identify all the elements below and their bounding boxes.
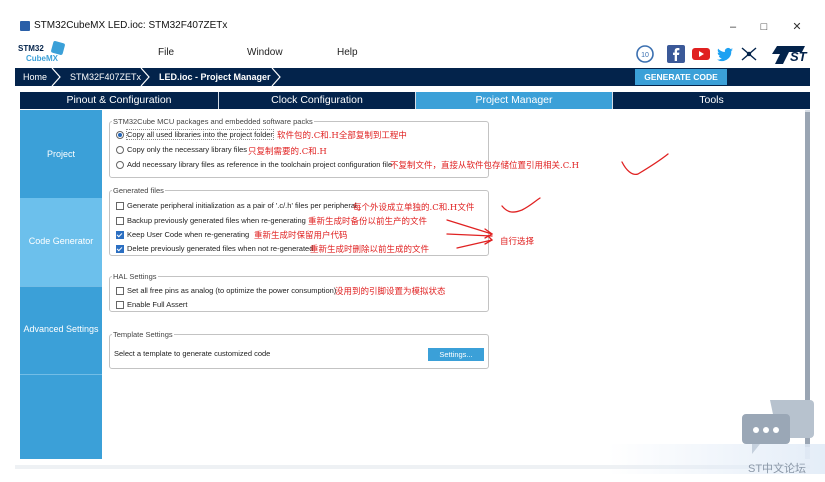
- checkbox[interactable]: [116, 245, 124, 254]
- option-free-pins-analog[interactable]: Set all free pins as analog (to optimize…: [116, 286, 337, 296]
- menu-file[interactable]: File: [158, 47, 174, 58]
- logo-line2: CubeMX: [26, 54, 58, 63]
- option-label: Keep User Code when re-generating: [127, 230, 250, 239]
- option-label: Copy only the necessary library files: [127, 145, 248, 154]
- watermark-text: ST中文论坛: [748, 463, 807, 475]
- sidebar-item-project[interactable]: Project: [20, 110, 102, 199]
- sidebar-item-code-generator[interactable]: Code Generator: [20, 198, 102, 287]
- option-delete-old-files[interactable]: Delete previously generated files when n…: [116, 244, 314, 254]
- tab-tools[interactable]: Tools: [613, 92, 810, 109]
- annotation-backup: 重新生成时备份以前生产的文件: [308, 217, 428, 227]
- breadcrumb-home[interactable]: Home: [23, 68, 47, 86]
- option-label: Backup previously generated files when r…: [127, 216, 306, 225]
- option-label: Enable Full Assert: [127, 300, 188, 309]
- sidebar-item-label: Code Generator: [28, 236, 94, 246]
- annotation-peripheral-pair: 每个外设成立单独的.C和.H文件: [353, 203, 475, 213]
- menu-help[interactable]: Help: [337, 47, 358, 58]
- title-bar: STM32CubeMX LED.ioc: STM32F407ZETx – □ ✕: [0, 15, 825, 39]
- menu-bar: STM32 CubeMX File Window Help 10 ST: [15, 40, 825, 68]
- generate-code-button[interactable]: GENERATE CODE: [635, 69, 727, 85]
- check-mark-peripheral: [501, 197, 541, 213]
- sidebar: Project Code Generator Advanced Settings: [20, 110, 102, 459]
- st-logo-icon[interactable]: ST: [769, 43, 809, 65]
- option-label: Set all free pins as analog (to optimize…: [127, 286, 337, 295]
- group-title: STM32Cube MCU packages and embedded soft…: [113, 117, 313, 126]
- template-settings-group: Template Settings Select a template to g…: [109, 330, 489, 369]
- annotation-copy-all: 软件包的.C和.H全部复制到工程中: [277, 131, 407, 141]
- minimize-button[interactable]: –: [723, 18, 743, 36]
- chevron-right-icon: [51, 68, 61, 86]
- facebook-icon[interactable]: [666, 44, 686, 64]
- check-mark-reference: [621, 153, 669, 176]
- scrollbar-thumb[interactable]: [805, 112, 810, 447]
- close-button[interactable]: ✕: [787, 18, 807, 36]
- option-copy-all-libraries[interactable]: Copy all used libraries into the project…: [116, 129, 274, 140]
- annotation-analog-pins: 没用到的引脚设置为模拟状态: [335, 287, 446, 297]
- sidebar-item-label: Project: [46, 149, 75, 159]
- annotation-copy-necessary: 只复制需要的.C和.H: [248, 147, 327, 157]
- radio-button[interactable]: [116, 131, 124, 140]
- svg-text:10: 10: [641, 52, 649, 59]
- annotation-reference: 不复制文件，直接从软件包存储位置引用相关.C.H: [390, 161, 580, 171]
- checkbox[interactable]: [116, 217, 124, 226]
- sidebar-item-advanced-settings[interactable]: Advanced Settings: [20, 286, 102, 375]
- template-description: Select a template to generate customized…: [114, 349, 271, 358]
- twitter-icon[interactable]: [715, 44, 735, 64]
- option-keep-user-code[interactable]: Keep User Code when re-generating: [116, 230, 250, 240]
- template-settings-button[interactable]: Settings...: [428, 348, 484, 361]
- tab-clock[interactable]: Clock Configuration: [219, 92, 416, 109]
- radio-button[interactable]: [116, 146, 124, 155]
- checkbox[interactable]: [116, 202, 124, 211]
- option-backup-files[interactable]: Backup previously generated files when r…: [116, 216, 306, 226]
- menu-window[interactable]: Window: [247, 47, 283, 58]
- logo-line1: STM32: [18, 44, 44, 53]
- option-label: Add necessary library files as reference…: [127, 160, 393, 169]
- main-tabs: Pinout & Configuration Clock Configurati…: [20, 92, 810, 109]
- group-title: HAL Settings: [113, 272, 157, 281]
- checkbox[interactable]: [116, 231, 124, 240]
- checkbox[interactable]: [116, 301, 124, 310]
- anniversary-icon[interactable]: 10: [635, 44, 655, 64]
- breadcrumb-project[interactable]: LED.ioc - Project Manager: [159, 68, 271, 86]
- tab-pinout[interactable]: Pinout & Configuration: [20, 92, 219, 109]
- window-title: STM32CubeMX LED.ioc: STM32F407ZETx: [34, 20, 228, 31]
- option-peripheral-pair-files[interactable]: Generate peripheral initialization as a …: [116, 201, 357, 211]
- network-icon[interactable]: [739, 44, 759, 64]
- annotation-keep-user-code: 重新生成时保留用户代码: [254, 231, 348, 241]
- tab-project-manager[interactable]: Project Manager: [416, 92, 613, 109]
- chevron-right-icon: [271, 68, 281, 86]
- radio-button[interactable]: [116, 161, 124, 170]
- checkbox[interactable]: [116, 287, 124, 296]
- code-generator-panel: STM32Cube MCU packages and embedded soft…: [102, 110, 805, 459]
- option-copy-necessary-files[interactable]: Copy only the necessary library files: [116, 145, 248, 155]
- maximize-button[interactable]: □: [754, 18, 774, 36]
- app-icon: [20, 21, 30, 31]
- option-add-as-reference[interactable]: Add necessary library files as reference…: [116, 160, 393, 170]
- chevron-right-icon: [140, 68, 150, 86]
- group-title: Generated files: [113, 186, 164, 195]
- annotation-delete-old: 重新生成时删除以前生成的文件: [310, 245, 430, 255]
- sidebar-item-label: Advanced Settings: [23, 324, 99, 334]
- breadcrumb: Home STM32F407ZETx LED.ioc - Project Man…: [15, 68, 810, 86]
- option-full-assert[interactable]: Enable Full Assert: [116, 300, 188, 310]
- annotation-choose-yourself: 自行选择: [500, 237, 535, 247]
- stm32cubemx-logo: STM32 CubeMX: [18, 40, 68, 67]
- youtube-icon[interactable]: [691, 44, 711, 64]
- group-title: Template Settings: [113, 330, 173, 339]
- svg-text:ST: ST: [790, 49, 808, 64]
- breadcrumb-mcu[interactable]: STM32F407ZETx: [70, 68, 141, 86]
- option-label: Generate peripheral initialization as a …: [127, 201, 357, 210]
- option-label: Delete previously generated files when n…: [127, 244, 314, 253]
- option-label: Copy all used libraries into the project…: [126, 129, 274, 140]
